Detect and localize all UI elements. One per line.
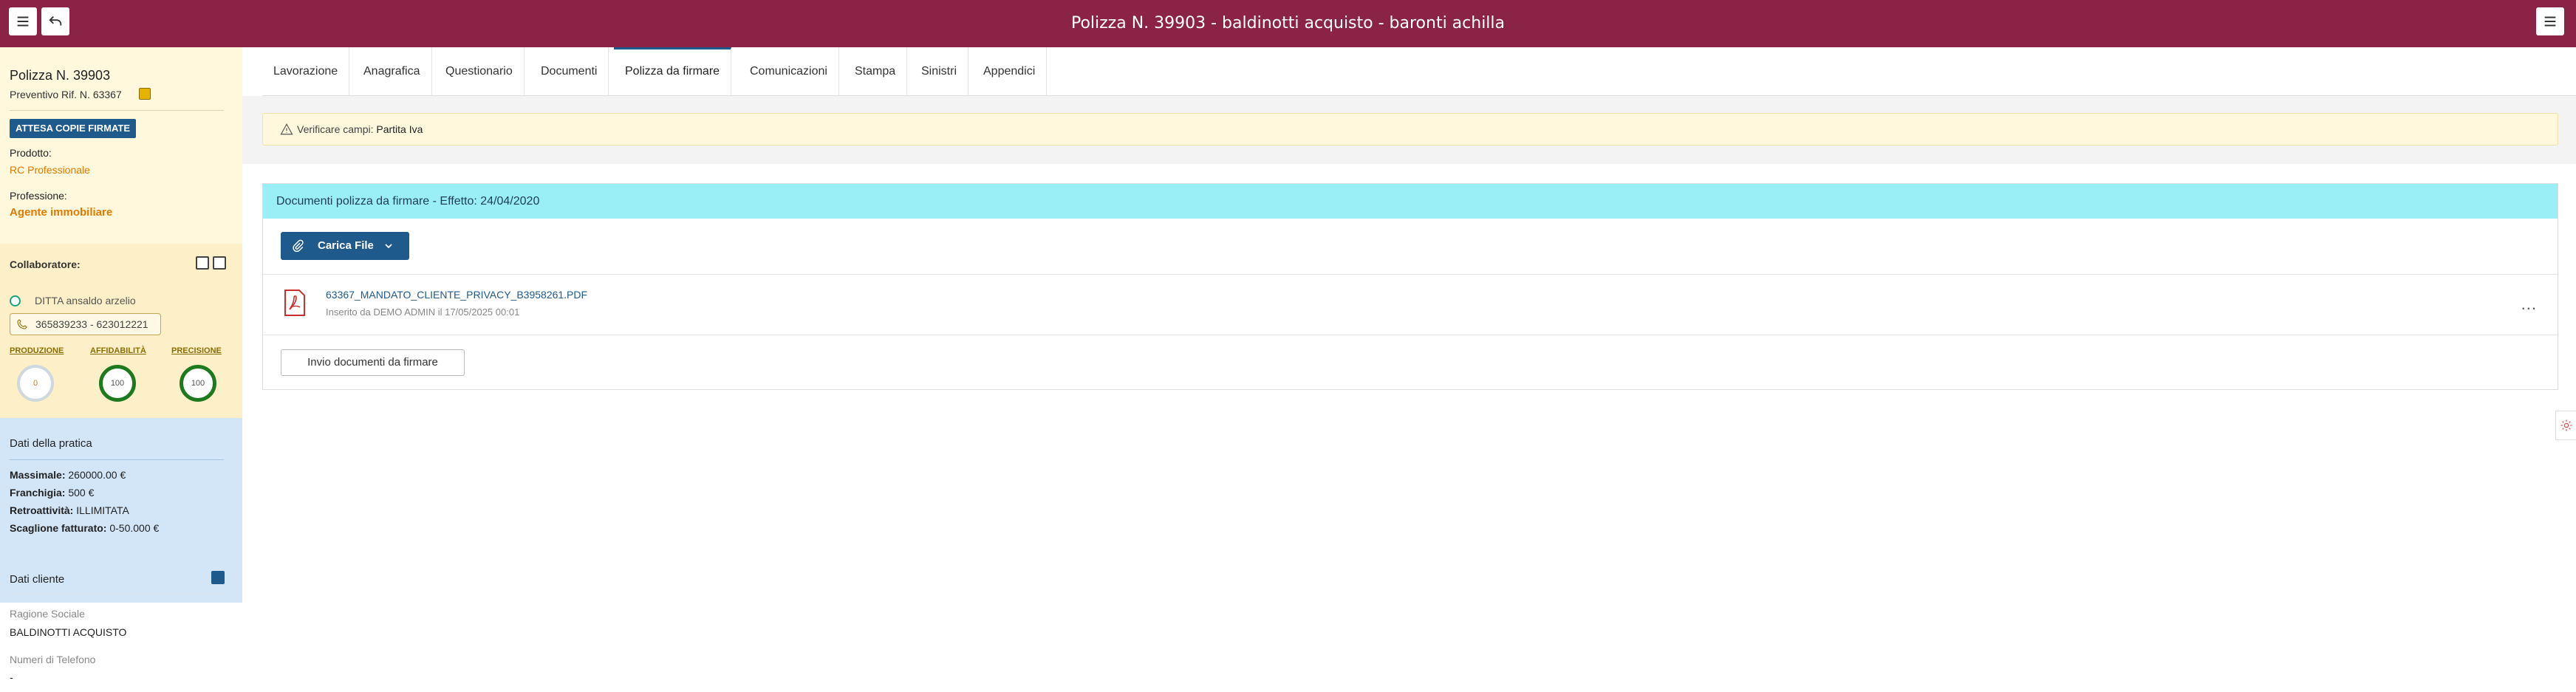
dati-pratica-row: Scaglione fatturato: 0-50.000 € [10,522,159,534]
divider [10,594,224,595]
row-value: 0-50.000 € [106,522,160,534]
validation-alert: Verificare campi: Partita Iva [262,113,2558,145]
edit-client-icon[interactable] [211,571,225,584]
file-name-link[interactable]: 63367_MANDATO_CLIENTE_PRIVACY_B3958261.P… [326,289,587,301]
professione-label: Professione: [10,190,67,202]
swap-icon[interactable] [196,256,209,270]
metric-produzione-label: PRODUZIONE [10,346,64,355]
dati-pratica-title: Dati della pratica [10,437,92,450]
page-title: Polizza N. 39903 - baldinotti acquisto -… [1070,14,1506,32]
upload-file-label: Carica File [318,239,374,252]
ragione-sociale-label: Ragione Sociale [10,608,85,620]
metric-precisione-gauge: 100 [180,365,216,402]
tab-documenti[interactable]: Documenti [530,47,609,96]
collaboratore-phone[interactable]: 365839233 - 623012221 [10,313,161,335]
metric-affidabilita-gauge: 100 [99,365,136,402]
collaboratore-name: DITTA ansaldo arzelio [35,295,136,306]
tab-bar: Lavorazione Anagrafica Questionario Docu… [262,47,2576,96]
tab-comunicazioni[interactable]: Comunicazioni [739,47,839,96]
edit-icon[interactable] [213,256,226,270]
policy-number: Polizza N. 39903 [10,68,111,83]
dati-pratica-row: Franchigia: 500 € [10,487,94,499]
alert-field: Partita Iva [376,123,423,135]
chevron-down-icon [385,244,392,249]
warning-icon [280,123,293,135]
alert-label: Verificare campi: [297,123,374,135]
telefono-value: - [10,671,13,683]
right-menu-button[interactable] [2536,7,2564,35]
professione-value: Agente immobiliare [10,206,113,219]
tab-stampa[interactable]: Stampa [844,47,908,96]
documents-panel: Documenti polizza da firmare - Effetto: … [262,183,2558,390]
tab-polizza-da-firmare[interactable]: Polizza da firmare [614,47,732,96]
row-label: Franchigia: [10,487,66,499]
row-value: ILLIMITATA [73,504,129,516]
tab-questionario[interactable]: Questionario [434,47,525,96]
divider [10,459,224,460]
dati-pratica-row: Retroattività: ILLIMITATA [10,504,129,516]
divider [10,110,224,111]
status-badge: ATTESA COPIE FIRMATE [10,119,137,138]
divider [263,274,2558,275]
more-options-button[interactable]: ... [2521,295,2537,314]
send-documents-button[interactable]: Invio documenti da firmare [281,349,465,376]
row-label: Massimale: [10,469,66,481]
tab-lavorazione[interactable]: Lavorazione [262,47,350,96]
metric-precisione-label: PRECISIONE [171,346,222,355]
telefono-label: Numeri di Telefono [10,654,96,665]
tab-anagrafica[interactable]: Anagrafica [352,47,432,96]
preventivo-ref: Preventivo Rif. N. 63367 [10,89,122,100]
row-label: Scaglione fatturato: [10,522,107,534]
pdf-file-icon [284,290,305,316]
phone-icon [17,319,27,329]
phone-number: 365839233 - 623012221 [35,318,148,330]
status-dot-icon [10,295,21,306]
collaboratore-label: Collaboratore: [10,258,81,270]
left-sidebar: Polizza N. 39903 Preventivo Rif. N. 6336… [0,47,242,692]
upload-file-button[interactable]: Carica File [281,232,409,260]
hamburger-icon [2544,16,2556,27]
metric-produzione-gauge: 0 [17,365,54,402]
tab-appendici[interactable]: Appendici [972,47,1048,96]
paperclip-icon [293,239,304,253]
panel-title: Documenti polizza da firmare - Effetto: … [263,184,2558,219]
file-meta: Inserito da DEMO ADMIN il 17/05/2025 00:… [326,306,520,318]
row-value: 260000.00 € [65,469,126,481]
dati-pratica-row: Massimale: 260000.00 € [10,469,126,481]
metric-affidabilita-label: AFFIDABILITÀ [90,346,146,355]
row-label: Retroattività: [10,504,74,516]
gear-icon [2560,419,2572,431]
prodotto-label: Prodotto: [10,147,52,159]
dati-cliente-title: Dati cliente [10,573,65,586]
ragione-sociale-value: BALDINOTTI ACQUISTO [10,626,127,638]
row-value: 500 € [65,487,95,499]
prodotto-value: RC Professionale [10,164,90,176]
settings-tab[interactable] [2555,411,2576,440]
tab-sinistri[interactable]: Sinistri [910,47,969,96]
top-bar: Polizza N. 39903 - baldinotti acquisto -… [0,0,2576,47]
preventivo-link-icon[interactable] [139,88,151,100]
